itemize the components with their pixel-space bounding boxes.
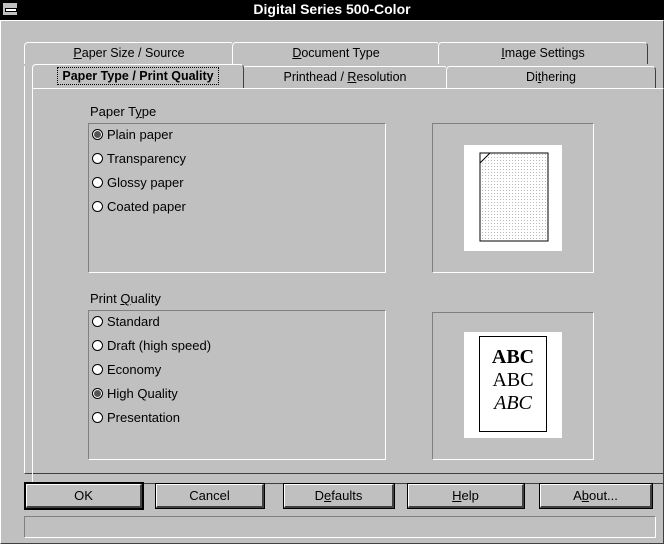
- radio-coated-paper[interactable]: Coated paper: [92, 196, 186, 218]
- tab-label: Printhead / Resolution: [283, 70, 407, 84]
- sample-text-italic: ABC: [494, 392, 532, 414]
- help-button[interactable]: Help: [407, 483, 525, 509]
- tab-document-type[interactable]: Document Type: [232, 42, 440, 64]
- tab-label: Dithering: [525, 70, 577, 84]
- radio-transparency[interactable]: Transparency: [92, 148, 186, 170]
- quality-preview: ABC ABC ABC: [464, 332, 562, 438]
- radio-icon: [92, 340, 103, 351]
- radio-presentation[interactable]: Presentation: [92, 407, 180, 429]
- tab-paper-type-print-quality[interactable]: Paper Type / Print Quality: [32, 64, 244, 88]
- status-bar: [24, 516, 656, 538]
- tab-image-settings[interactable]: Image Settings: [438, 42, 648, 64]
- title-bar[interactable]: Digital Series 500-Color: [0, 0, 664, 20]
- radio-plain-paper[interactable]: Plain paper: [92, 124, 173, 146]
- cancel-button[interactable]: Cancel: [155, 483, 265, 509]
- radio-icon: [92, 177, 103, 188]
- tab-label: Paper Size / Source: [73, 46, 185, 60]
- radio-icon: [92, 316, 103, 327]
- sample-text-regular: ABC: [492, 369, 534, 391]
- tab-label: Paper Type / Print Quality: [57, 67, 219, 85]
- tab-label: Document Type: [292, 46, 380, 60]
- about-button[interactable]: About...: [539, 483, 653, 509]
- radio-selected-icon: [92, 388, 103, 399]
- paper-sheet-icon: [479, 152, 549, 242]
- ok-button[interactable]: OK: [24, 482, 144, 510]
- radio-high-quality[interactable]: High Quality: [92, 383, 178, 405]
- print-quality-label: Print Quality: [90, 291, 161, 306]
- quality-sample-sheet: ABC ABC ABC: [479, 336, 547, 432]
- tab-label: Image Settings: [501, 46, 585, 60]
- radio-icon: [92, 364, 103, 375]
- radio-icon: [92, 201, 103, 212]
- paper-preview: [464, 145, 562, 251]
- tab-dithering[interactable]: Dithering: [446, 66, 656, 88]
- tab-printhead-resolution[interactable]: Printhead / Resolution: [242, 66, 448, 88]
- radio-glossy-paper[interactable]: Glossy paper: [92, 172, 184, 194]
- radio-selected-icon: [92, 129, 103, 140]
- sample-text-bold: ABC: [491, 346, 535, 368]
- window-title: Digital Series 500-Color: [253, 1, 411, 17]
- tab-paper-size-source[interactable]: Paper Size / Source: [24, 42, 234, 64]
- paper-type-label: Paper Type: [90, 104, 157, 119]
- radio-icon: [92, 153, 103, 164]
- radio-standard[interactable]: Standard: [92, 311, 160, 333]
- radio-draft[interactable]: Draft (high speed): [92, 335, 211, 357]
- defaults-button[interactable]: Defaults: [283, 483, 395, 509]
- radio-economy[interactable]: Economy: [92, 359, 161, 381]
- radio-icon: [92, 412, 103, 423]
